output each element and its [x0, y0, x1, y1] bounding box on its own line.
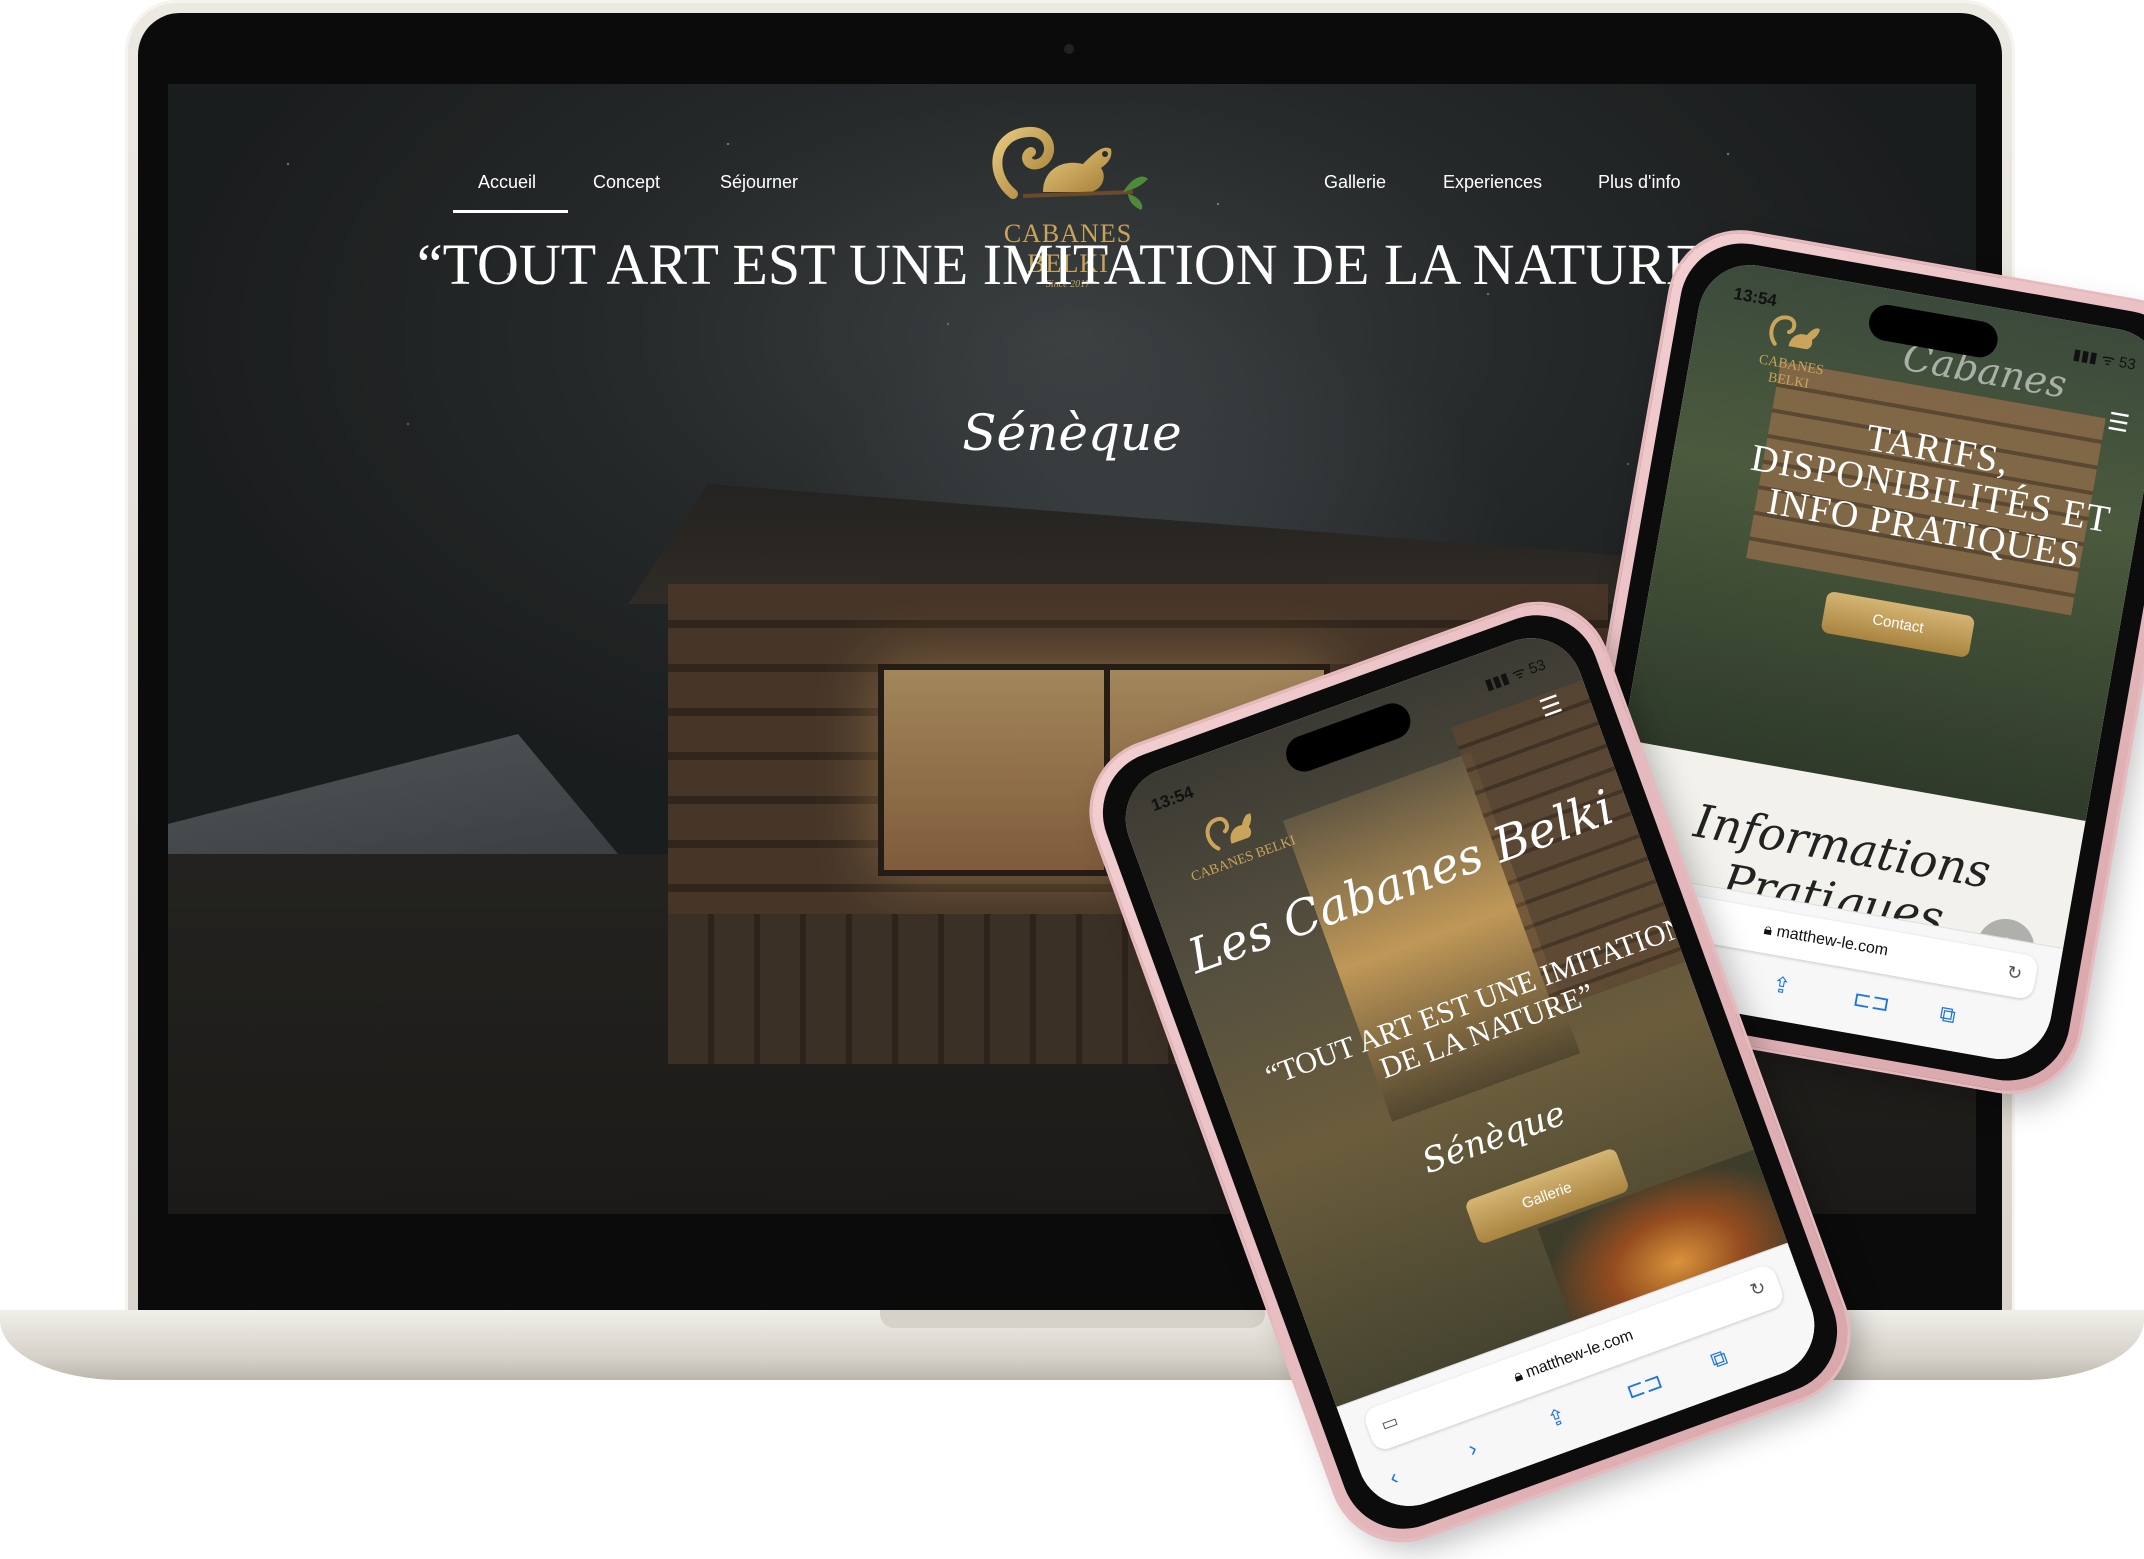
- book-icon[interactable]: ⊏⊐: [1623, 1368, 1667, 1405]
- contact-button[interactable]: Contact: [1820, 590, 1976, 659]
- hamburger-icon[interactable]: ☰: [2105, 407, 2131, 439]
- url-value: matthew-le.com: [1775, 923, 1890, 960]
- tabs-icon[interactable]: ⧉: [1938, 1001, 1958, 1029]
- mobile-logo[interactable]: CABANES BELKI: [1733, 304, 1855, 399]
- nav-accueil[interactable]: Accueil: [478, 172, 536, 193]
- tabs-icon[interactable]: ⧉: [1707, 1344, 1731, 1374]
- nav-gallerie[interactable]: Gallerie: [1324, 172, 1386, 193]
- nav-plus-info[interactable]: Plus d'info: [1598, 172, 1681, 193]
- url-value: matthew-le.com: [1523, 1326, 1636, 1382]
- chevron-left-icon[interactable]: ‹: [1386, 1464, 1402, 1491]
- laptop-camera: [1064, 44, 1074, 54]
- mobile-logo[interactable]: CABANES BELKI: [1169, 789, 1303, 887]
- squirrel-logo-icon: [992, 127, 1148, 210]
- laptop-opening-notch: [880, 1310, 1265, 1328]
- nav-experiences[interactable]: Experiences: [1443, 172, 1542, 193]
- squirrel-logo-icon: [1769, 315, 1820, 350]
- tarifs-hero: Cabanes CABANES BELKI ☰ TARIFS, DISPONIB…: [1622, 256, 2144, 821]
- chevron-right-icon[interactable]: ›: [1465, 1435, 1481, 1462]
- share-icon[interactable]: ⇪: [1770, 971, 1792, 1000]
- nav-active-indicator: [453, 210, 568, 213]
- share-icon[interactable]: ⇪: [1544, 1403, 1570, 1434]
- nav-concept[interactable]: Concept: [593, 172, 660, 193]
- book-icon[interactable]: ⊏⊐: [1851, 986, 1892, 1018]
- nav-sejourner[interactable]: Séjourner: [720, 172, 798, 193]
